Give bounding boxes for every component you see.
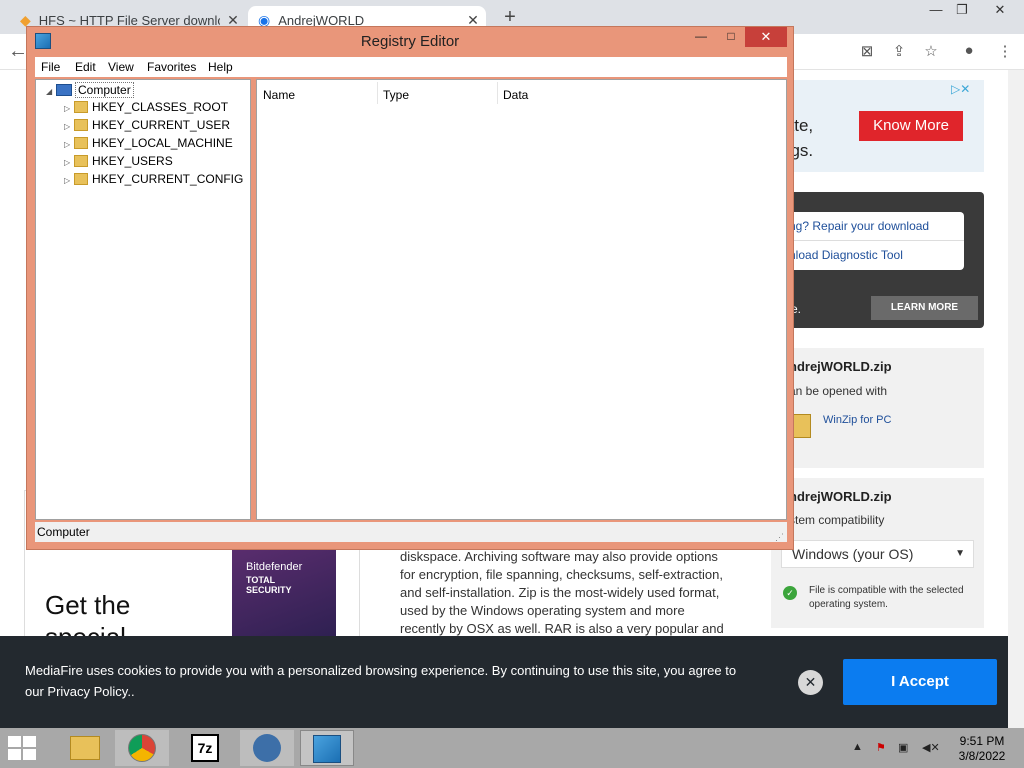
folder-icon	[74, 155, 88, 167]
tree-label: HKEY_USERS	[92, 154, 173, 168]
download-help-box: ng? Repair your download nload Diagnosti…	[771, 192, 984, 328]
column-header-type[interactable]: Type	[383, 88, 409, 102]
registry-editor-taskbar-icon[interactable]	[300, 730, 354, 766]
accept-cookies-button[interactable]: I Accept	[843, 659, 997, 705]
computer-icon	[56, 84, 72, 96]
maximize-button[interactable]: □	[717, 27, 745, 47]
chrome-icon[interactable]	[115, 730, 169, 766]
page-scrollbar[interactable]	[1008, 70, 1024, 728]
hfs-app-icon[interactable]	[240, 730, 294, 766]
tree-node-hkcu[interactable]: ▷ HKEY_CURRENT_USER	[36, 116, 250, 134]
tree-node-hkcr[interactable]: ▷ HKEY_CLASSES_ROOT	[36, 98, 250, 116]
cookie-close-button[interactable]: ✕	[798, 670, 823, 695]
tree-label: Computer	[75, 82, 134, 98]
tree-label: HKEY_CURRENT_CONFIG	[92, 172, 244, 186]
menu-kebab-icon[interactable]: ⋮	[994, 42, 1016, 62]
menu-bar: File Edit View Favorites Help	[35, 57, 787, 77]
bitdefender-product-image: Bitdefender TOTAL SECURITY	[232, 549, 336, 649]
browser-close-button[interactable]: ✕	[984, 0, 1016, 22]
window-title: Registry Editor	[360, 33, 460, 50]
tree-label: HKEY_CURRENT_USER	[92, 118, 231, 132]
clock-date: 3/8/2022	[958, 749, 1006, 763]
menu-favorites[interactable]: Favorites	[147, 60, 196, 74]
resize-grip-icon[interactable]: ⋰	[775, 532, 784, 543]
tree-node-hku[interactable]: ▷ HKEY_USERS	[36, 152, 250, 170]
values-list[interactable]: Name Type Data	[256, 79, 787, 520]
open-with-card: ndrejWORLD.zip an be opened with WinZip …	[771, 348, 984, 468]
tree-node-hkcc[interactable]: ▷ HKEY_CURRENT_CONFIG	[36, 170, 250, 188]
repair-download-link[interactable]: ng? Repair your download	[771, 212, 964, 241]
file-explorer-icon[interactable]	[58, 730, 112, 766]
column-divider[interactable]	[377, 82, 378, 104]
tree-label: HKEY_CLASSES_ROOT	[92, 100, 229, 114]
status-bar: Computer	[35, 522, 787, 542]
tree-node-hklm[interactable]: ▷ HKEY_LOCAL_MACHINE	[36, 134, 250, 152]
action-center-flag-icon[interactable]: ⚑	[876, 741, 886, 754]
volume-muted-icon[interactable]: ◀✕	[922, 741, 940, 754]
folder-icon	[74, 173, 88, 185]
tree-label: HKEY_LOCAL_MACHINE	[92, 136, 233, 150]
folder-icon	[74, 137, 88, 149]
adchoices-icon[interactable]: ▷✕	[951, 82, 970, 96]
menu-file[interactable]: File	[41, 60, 60, 74]
download-help-links: ng? Repair your download nload Diagnosti…	[771, 212, 964, 270]
taskbar: 7z ▲ ⚑ ▣ ◀✕ 9:51 PM 3/8/2022	[0, 728, 1024, 768]
profile-avatar-icon[interactable]: ●	[958, 42, 980, 62]
column-header-data[interactable]: Data	[503, 88, 528, 102]
card-title: ndrejWORLD.zip	[789, 489, 892, 504]
bookmark-star-icon[interactable]: ☆	[920, 42, 942, 62]
diagnostic-tool-link[interactable]: nload Diagnostic Tool	[771, 241, 964, 270]
registry-editor-window: Registry Editor — □ ✕ File Edit View Fav…	[26, 26, 794, 550]
os-select[interactable]: Windows (your OS) ▼	[781, 540, 974, 568]
winzip-link[interactable]: WinZip for PC	[823, 414, 891, 426]
compat-text: File is compatible with the selected ope…	[809, 585, 964, 610]
network-icon[interactable]: ▣	[898, 741, 908, 754]
chevron-down-icon: ▼	[955, 548, 965, 559]
back-arrow-icon[interactable]: ←	[8, 40, 28, 63]
tree-node-computer[interactable]: ◢ Computer	[36, 80, 250, 98]
tray-overflow-icon[interactable]: ▲	[852, 741, 863, 753]
key-tree: ◢ Computer ▷ HKEY_CLASSES_ROOT ▷ HKEY_CURRE…	[35, 79, 251, 520]
menu-edit[interactable]: Edit	[75, 60, 96, 74]
cookie-text: MediaFire uses cookies to provide you wi…	[25, 663, 737, 699]
ad-banner[interactable]: late, ogs. Know More ▷✕	[771, 80, 984, 172]
clock-time: 9:51 PM	[959, 734, 1005, 748]
product-brand: Bitdefender	[246, 561, 303, 573]
system-clock[interactable]: 9:51 PM 3/8/2022	[952, 734, 1012, 764]
share-icon[interactable]: ⇪	[888, 42, 910, 62]
learn-more-button[interactable]: LEARN MORE	[871, 296, 978, 320]
card-title: ndrejWORLD.zip	[789, 359, 892, 374]
start-windows-icon[interactable]	[8, 736, 36, 760]
sevenzip-label: 7z	[191, 734, 219, 762]
blocked-popup-icon[interactable]: ⊠	[856, 42, 878, 62]
collapse-triangle-icon[interactable]: ▷	[64, 172, 74, 190]
winzip-icon	[793, 414, 811, 438]
menu-help[interactable]: Help	[208, 60, 233, 74]
card-subtitle: an be opened with	[789, 384, 888, 398]
os-select-value: Windows (your OS)	[792, 546, 914, 562]
minimize-button[interactable]: —	[687, 27, 715, 47]
folder-icon	[74, 101, 88, 113]
column-header-name[interactable]: Name	[263, 88, 295, 102]
product-name: TOTAL SECURITY	[246, 575, 292, 595]
know-more-button[interactable]: Know More	[859, 111, 963, 141]
article-body: diskspace. Archiving software may also p…	[400, 549, 724, 636]
menu-view[interactable]: View	[108, 60, 134, 74]
sevenzip-icon[interactable]: 7z	[178, 730, 232, 766]
folder-icon	[74, 119, 88, 131]
cookie-banner: MediaFire uses cookies to provide you wi…	[0, 636, 1008, 728]
check-icon: ✓	[783, 586, 797, 600]
card-subtitle: stem compatibility	[789, 513, 885, 527]
compatibility-card: ndrejWORLD.zip stem compatibility Window…	[771, 478, 984, 628]
title-bar[interactable]: Registry Editor — □ ✕	[27, 27, 793, 55]
column-divider[interactable]	[497, 82, 498, 104]
promo-headline-line1: Get the	[45, 590, 131, 620]
close-button[interactable]: ✕	[745, 27, 787, 47]
browser-restore-button[interactable]: ❐	[946, 0, 978, 22]
expand-triangle-icon[interactable]: ◢	[46, 83, 56, 101]
